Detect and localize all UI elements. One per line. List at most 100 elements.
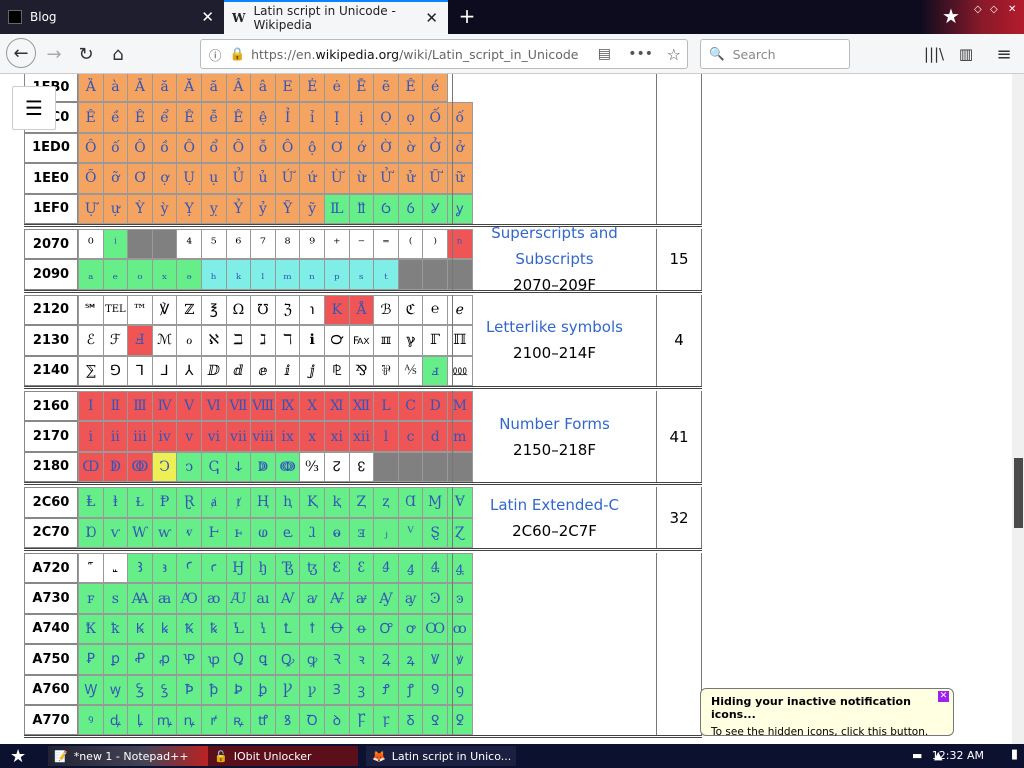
glyph-cell[interactable]: Ê bbox=[78, 102, 104, 133]
glyph-cell[interactable]: ⅅ bbox=[201, 355, 227, 386]
glyph-cell[interactable]: ₖ bbox=[225, 259, 252, 290]
back-button[interactable]: ← bbox=[6, 38, 36, 68]
glyph-cell[interactable]: ꝳ bbox=[151, 705, 178, 736]
glyph-cell[interactable]: ꜿ bbox=[447, 583, 473, 614]
glyph-cell[interactable]: ⅍ bbox=[397, 355, 424, 386]
glyph-cell[interactable]: ꜩ bbox=[299, 553, 325, 584]
glyph-cell[interactable]: Ⱨ bbox=[250, 487, 276, 518]
table-of-contents-icon[interactable]: ☰ bbox=[12, 86, 56, 130]
block-name-link[interactable]: Latin Extended-C bbox=[490, 492, 619, 518]
glyph-cell[interactable]: ă bbox=[151, 74, 178, 103]
glyph-cell[interactable]: E bbox=[274, 74, 301, 103]
glyph-cell[interactable]: ẽ bbox=[373, 74, 399, 103]
notification-balloon[interactable]: ✕ Hiding your inactive notification icon… bbox=[700, 688, 954, 738]
glyph-cell[interactable]: ⱱ bbox=[102, 517, 129, 548]
glyph-cell[interactable]: ꝲ bbox=[127, 705, 153, 736]
glyph-cell[interactable]: ⁸ bbox=[274, 229, 301, 260]
start-button[interactable]: ★ bbox=[4, 746, 34, 767]
glyph-cell[interactable]: ⅶ bbox=[225, 421, 252, 452]
glyph-cell[interactable]: ₙ bbox=[299, 259, 325, 290]
glyph-cell[interactable]: ⅎ bbox=[422, 355, 448, 386]
taskbar-item-notepad[interactable]: 📝 *new 1 - Notepad++ bbox=[48, 746, 208, 766]
glyph-cell[interactable]: ꝡ bbox=[102, 674, 129, 705]
glyph-cell[interactable]: TEL bbox=[102, 294, 129, 326]
glyph-cell[interactable]: Ⅎ bbox=[127, 325, 153, 356]
glyph-cell[interactable]: Ꜩ bbox=[274, 553, 301, 584]
glyph-cell[interactable]: Ꜽ bbox=[373, 583, 399, 614]
tab-blog[interactable]: Blog ✕ bbox=[0, 0, 224, 34]
glyph-cell[interactable]: ꜧ bbox=[250, 553, 276, 584]
glyph-cell[interactable]: ℣ bbox=[151, 294, 178, 326]
glyph-cell[interactable]: ợ bbox=[151, 163, 178, 194]
menu-icon[interactable]: ≡ bbox=[990, 40, 1018, 68]
glyph-cell[interactable]: Ꜷ bbox=[225, 583, 252, 614]
glyph-cell[interactable]: ↂ bbox=[127, 451, 153, 483]
glyph-cell[interactable]: Ɫ bbox=[127, 487, 153, 518]
glyph-cell[interactable]: ⁴ bbox=[176, 229, 202, 260]
glyph-cell[interactable]: ℩ bbox=[299, 294, 325, 326]
glyph-cell[interactable]: Ꝼ bbox=[348, 705, 375, 736]
glyph-cell[interactable]: Ω bbox=[225, 294, 252, 326]
glyph-cell[interactable]: ℺ bbox=[324, 325, 350, 356]
page-actions-icon[interactable]: ••• bbox=[628, 46, 653, 62]
glyph-cell[interactable]: Ô bbox=[78, 132, 104, 164]
glyph-cell[interactable]: Ɽ bbox=[176, 487, 202, 518]
glyph-cell[interactable]: Ơ bbox=[324, 132, 350, 164]
glyph-cell[interactable]: ꝏ bbox=[447, 613, 473, 645]
glyph-cell[interactable]: ꝴ bbox=[176, 705, 202, 736]
glyph-cell[interactable]: Ⅻ bbox=[348, 391, 375, 422]
glyph-cell[interactable]: Ꝥ bbox=[176, 674, 202, 705]
forward-button[interactable]: → bbox=[40, 40, 68, 68]
glyph-cell[interactable]: ử bbox=[397, 163, 424, 194]
glyph-cell[interactable]: ℹ bbox=[299, 325, 325, 356]
reload-button[interactable]: ↻ bbox=[72, 40, 100, 68]
glyph-cell[interactable]: Ᵽ bbox=[151, 487, 178, 518]
glyph-cell[interactable]: ꝫ bbox=[348, 674, 375, 705]
keyboard-icon[interactable]: ▬ bbox=[912, 749, 922, 762]
glyph-cell[interactable]: ⅼ bbox=[373, 421, 399, 452]
glyph-cell[interactable]: ꝁ bbox=[102, 613, 129, 645]
glyph-cell[interactable]: ⅻ bbox=[348, 421, 375, 452]
glyph-cell[interactable]: ỷ bbox=[250, 193, 276, 224]
glyph-cell[interactable] bbox=[373, 451, 399, 483]
glyph-cell[interactable]: Ờ bbox=[373, 132, 399, 164]
glyph-cell[interactable]: ⅴ bbox=[176, 421, 202, 452]
glyph-cell[interactable] bbox=[127, 229, 153, 260]
glyph-cell[interactable]: Ⅱ bbox=[102, 391, 129, 422]
glyph-cell[interactable]: Ê bbox=[225, 102, 252, 133]
glyph-cell[interactable]: ꜥ bbox=[201, 553, 227, 584]
glyph-cell[interactable]: ₔ bbox=[176, 259, 202, 290]
glyph-cell[interactable]: ₚ bbox=[324, 259, 350, 290]
glyph-cell[interactable]: ꝉ bbox=[299, 613, 325, 645]
glyph-cell[interactable]: Ꝩ bbox=[274, 674, 301, 705]
scrollbar[interactable] bbox=[1012, 74, 1024, 744]
taskbar-item-iobit[interactable]: 🔓 IObit Unlocker bbox=[208, 746, 358, 766]
glyph-cell[interactable]: ⅰ bbox=[78, 421, 104, 452]
glyph-cell[interactable]: ọ bbox=[397, 102, 424, 133]
glyph-cell[interactable]: ₕ bbox=[201, 259, 227, 290]
glyph-cell[interactable]: ↊ bbox=[324, 451, 350, 483]
glyph-cell[interactable]: Ⅴ bbox=[176, 391, 202, 422]
glyph-cell[interactable]: Ꜭ bbox=[373, 553, 399, 584]
glyph-cell[interactable]: ꝅ bbox=[201, 613, 227, 645]
close-icon[interactable]: ✕ bbox=[938, 691, 949, 702]
glyph-cell[interactable]: Ⅲ bbox=[127, 391, 153, 422]
glyph-cell[interactable]: ₜ bbox=[373, 259, 399, 290]
glyph-cell[interactable]: Ê bbox=[397, 74, 424, 103]
scrollbar-thumb[interactable] bbox=[1014, 458, 1023, 528]
glyph-cell[interactable]: ↄ bbox=[176, 451, 202, 483]
glyph-cell[interactable]: ꝺ bbox=[324, 705, 350, 736]
glyph-cell[interactable]: Ȁ bbox=[78, 74, 104, 103]
glyph-cell[interactable]: Ủ bbox=[225, 163, 252, 194]
glyph-cell[interactable]: Ꝏ bbox=[422, 613, 448, 645]
glyph-cell[interactable]: ⁹ bbox=[299, 229, 325, 260]
glyph-cell[interactable]: ↉ bbox=[299, 451, 325, 483]
glyph-cell[interactable]: ⅸ bbox=[274, 421, 301, 452]
glyph-cell[interactable]: Ị bbox=[324, 102, 350, 133]
glyph-cell[interactable]: ₐ bbox=[78, 259, 104, 290]
glyph-cell[interactable]: ⱺ bbox=[324, 517, 350, 548]
glyph-cell[interactable]: Ꝫ bbox=[324, 674, 350, 705]
glyph-cell[interactable]: ⱷ bbox=[250, 517, 276, 548]
glyph-cell[interactable]: Ꝝ bbox=[373, 644, 399, 675]
glyph-cell[interactable]: ℼ bbox=[373, 325, 399, 356]
